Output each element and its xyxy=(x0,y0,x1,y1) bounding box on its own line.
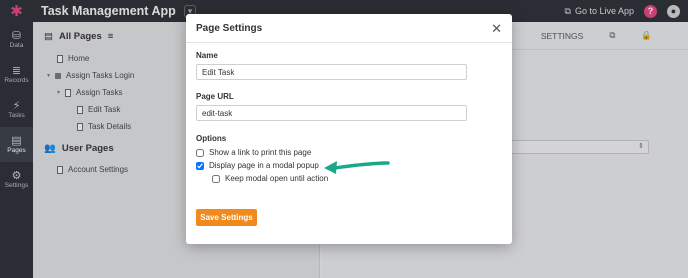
modal-title: Page Settings xyxy=(196,22,263,34)
print-link-label[interactable]: Show a link to print this page xyxy=(209,148,311,157)
print-link-checkbox[interactable] xyxy=(196,148,204,157)
name-label: Name xyxy=(196,51,218,60)
page-url-label: Page URL xyxy=(196,92,234,101)
keep-open-label[interactable]: Keep modal open until action xyxy=(225,174,328,183)
name-input[interactable] xyxy=(196,64,467,80)
keep-open-checkbox[interactable] xyxy=(212,174,220,183)
options-label: Options xyxy=(196,134,227,143)
save-settings-button[interactable]: Save Settings xyxy=(196,209,257,226)
modal-popup-label[interactable]: Display page in a modal popup xyxy=(209,161,319,170)
modal-popup-checkbox[interactable] xyxy=(196,161,204,170)
modal-header: Page Settings ✕ xyxy=(186,14,512,43)
page-url-input[interactable] xyxy=(196,105,467,121)
close-icon[interactable]: ✕ xyxy=(491,22,502,35)
page-settings-modal: Page Settings ✕ Name Page URL Options Sh… xyxy=(186,14,512,244)
annotation-arrow-icon xyxy=(324,161,390,174)
